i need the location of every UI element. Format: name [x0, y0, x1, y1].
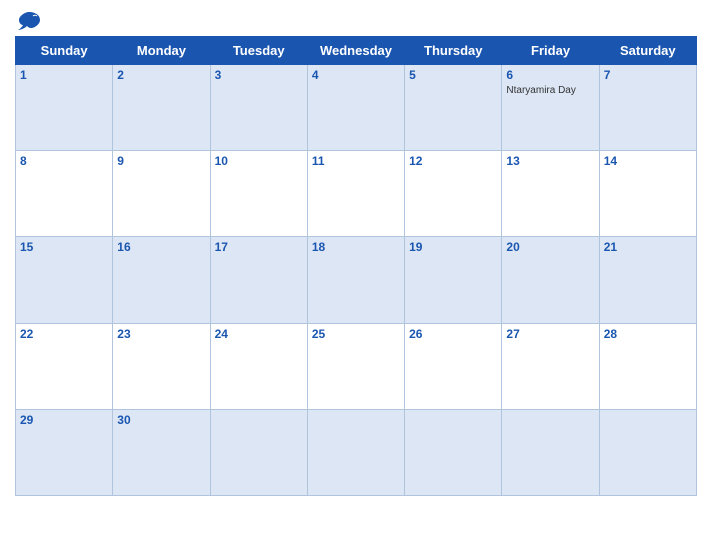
calendar-cell: 25	[307, 323, 404, 409]
calendar-cell: 22	[16, 323, 113, 409]
day-number: 30	[117, 413, 205, 427]
day-number: 1	[20, 68, 108, 82]
calendar-cell: 13	[502, 151, 599, 237]
day-number: 19	[409, 240, 497, 254]
calendar-table: SundayMondayTuesdayWednesdayThursdayFrid…	[15, 36, 697, 496]
day-number: 20	[506, 240, 594, 254]
calendar-cell: 20	[502, 237, 599, 323]
calendar-cell: 17	[210, 237, 307, 323]
day-number: 8	[20, 154, 108, 168]
day-number: 12	[409, 154, 497, 168]
calendar-cell: 11	[307, 151, 404, 237]
weekday-header-thursday: Thursday	[405, 37, 502, 65]
calendar-cell: 8	[16, 151, 113, 237]
calendar-cell: 9	[113, 151, 210, 237]
logo-area	[15, 10, 47, 32]
calendar-cell: 15	[16, 237, 113, 323]
calendar-cell: 3	[210, 65, 307, 151]
day-number: 22	[20, 327, 108, 341]
day-number: 29	[20, 413, 108, 427]
weekday-header-wednesday: Wednesday	[307, 37, 404, 65]
calendar-cell: 23	[113, 323, 210, 409]
day-number: 28	[604, 327, 692, 341]
calendar-cell: 10	[210, 151, 307, 237]
day-number: 3	[215, 68, 303, 82]
calendar-cell: 4	[307, 65, 404, 151]
calendar-cell: 6 Ntaryamira Day	[502, 65, 599, 151]
weekday-header-monday: Monday	[113, 37, 210, 65]
day-number: 17	[215, 240, 303, 254]
calendar-cell: 30	[113, 409, 210, 495]
calendar-cell: 26	[405, 323, 502, 409]
logo-bird-icon	[15, 10, 43, 32]
calendar-week-row: 123456 Ntaryamira Day 7	[16, 65, 697, 151]
weekday-header-tuesday: Tuesday	[210, 37, 307, 65]
day-number: 2	[117, 68, 205, 82]
calendar-cell: 21	[599, 237, 696, 323]
day-number: 14	[604, 154, 692, 168]
calendar-cell	[502, 409, 599, 495]
calendar-cell	[307, 409, 404, 495]
day-number: 11	[312, 154, 400, 168]
day-number: 24	[215, 327, 303, 341]
weekday-header-saturday: Saturday	[599, 37, 696, 65]
day-number: 15	[20, 240, 108, 254]
calendar-cell: 7	[599, 65, 696, 151]
day-number: 5	[409, 68, 497, 82]
calendar-week-row: 22 23 24 25 26 27 28	[16, 323, 697, 409]
calendar-cell: 18	[307, 237, 404, 323]
day-number: 4	[312, 68, 400, 82]
calendar-cell: 14	[599, 151, 696, 237]
calendar-cell: 24	[210, 323, 307, 409]
day-number: 23	[117, 327, 205, 341]
calendar-cell: 29	[16, 409, 113, 495]
calendar-week-row: 29 30	[16, 409, 697, 495]
day-number: 25	[312, 327, 400, 341]
day-number: 9	[117, 154, 205, 168]
calendar-cell: 1	[16, 65, 113, 151]
calendar-cell	[210, 409, 307, 495]
calendar-cell: 27	[502, 323, 599, 409]
weekday-header-row: SundayMondayTuesdayWednesdayThursdayFrid…	[16, 37, 697, 65]
day-number: 18	[312, 240, 400, 254]
day-number: 13	[506, 154, 594, 168]
calendar-cell: 16	[113, 237, 210, 323]
day-number: 26	[409, 327, 497, 341]
day-number: 21	[604, 240, 692, 254]
calendar-cell: 19	[405, 237, 502, 323]
calendar-cell: 2	[113, 65, 210, 151]
calendar-container: SundayMondayTuesdayWednesdayThursdayFrid…	[0, 0, 712, 550]
day-number: 6	[506, 68, 594, 82]
calendar-cell: 28	[599, 323, 696, 409]
day-number: 10	[215, 154, 303, 168]
calendar-cell: 5	[405, 65, 502, 151]
weekday-header-sunday: Sunday	[16, 37, 113, 65]
weekday-header-friday: Friday	[502, 37, 599, 65]
calendar-header	[15, 10, 697, 32]
day-number: 7	[604, 68, 692, 82]
calendar-cell	[405, 409, 502, 495]
calendar-cell: 12	[405, 151, 502, 237]
calendar-week-row: 15 16 17 18 19 20 21	[16, 237, 697, 323]
day-number: 16	[117, 240, 205, 254]
holiday-name: Ntaryamira Day	[506, 85, 575, 96]
calendar-week-row: 89 10 11 12 13 14	[16, 151, 697, 237]
calendar-cell	[599, 409, 696, 495]
day-number: 27	[506, 327, 594, 341]
